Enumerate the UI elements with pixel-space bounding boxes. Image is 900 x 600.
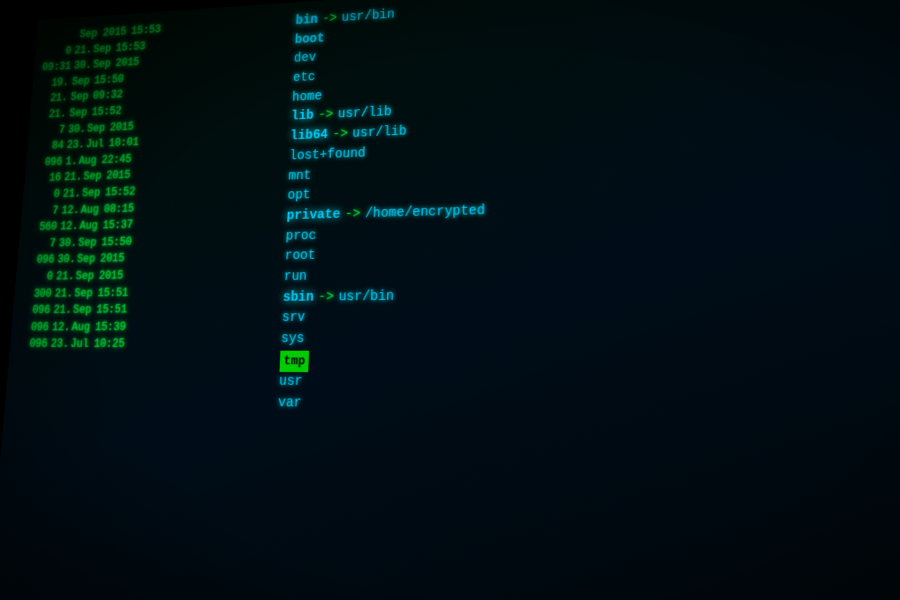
left-column: Sep 2015 15:53 0 21. Sep 15:53 09:31 30.… [0,13,286,600]
terminal-line: 096 12. Aug 15:39 [19,318,271,336]
terminal-line: 096 23. Jul 10:25 [18,336,270,354]
terminal-screen: Sep 2015 15:53 0 21. Sep 15:53 09:31 30.… [0,0,900,600]
dir-line-srv: srv [281,303,900,329]
right-column: bin -> usr/bin boot dev etc home [256,0,900,600]
dir-line-var: var [278,393,900,425]
terminal-line: 096 21. Sep 15:51 [21,300,272,319]
dir-line-sys: sys [280,327,900,351]
terminal-window: Sep 2015 15:53 0 21. Sep 15:53 09:31 30.… [0,0,900,600]
